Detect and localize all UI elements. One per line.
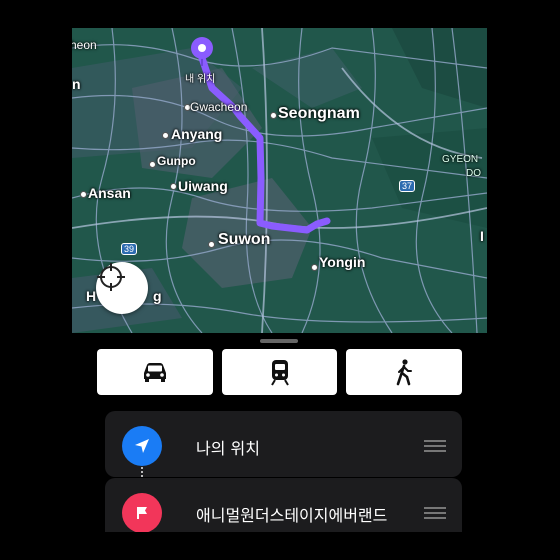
city-dot (208, 241, 215, 248)
map-label-heon: heon (72, 38, 97, 52)
destination-label: 애니멀원더스테이지에버랜드 (196, 506, 388, 525)
map-label-suwon: Suwon (218, 231, 271, 248)
origin-stop-row[interactable]: 나의 위치 (105, 411, 462, 477)
city-dot (162, 132, 169, 139)
road-shield-37: 37 (399, 180, 416, 192)
car-mode-button[interactable] (97, 349, 213, 395)
navigation-arrow-icon (122, 426, 162, 466)
city-dot (80, 191, 87, 198)
road-shield-39: 39 (121, 243, 138, 255)
map-label-ansan: Ansan (88, 185, 131, 201)
crosshair-icon (97, 263, 125, 291)
map-label-h: H (86, 288, 97, 304)
car-icon (143, 363, 166, 382)
route-sheet: 나의 위치 애니멀원더스테이지에버랜드 (72, 333, 487, 532)
reorder-handle-icon[interactable] (424, 440, 446, 455)
transport-mode-bar (97, 349, 463, 395)
map-label-gyeon: GYEON (442, 154, 479, 165)
city-dot (170, 183, 177, 190)
map-label-gwacheon: Gwacheon (190, 100, 248, 114)
map-label-uiwang: Uiwang (178, 178, 228, 194)
map-label-anyang: Anyang (171, 126, 223, 142)
current-location-button[interactable] (96, 262, 148, 314)
map-label-edge-i: I (480, 228, 484, 244)
map-label-seongnam: Seongnam (278, 105, 360, 122)
map-label-n: n (72, 76, 81, 92)
flag-icon (122, 493, 162, 532)
city-dot (270, 112, 277, 119)
map-view[interactable]: heon n 내 위치 Gwacheon Seongnam Anyang Gun… (72, 28, 487, 333)
map-label-do: DO (466, 168, 481, 179)
transit-mode-button[interactable] (221, 349, 338, 395)
origin-label: 나의 위치 (196, 439, 260, 458)
walking-icon (396, 359, 413, 386)
reorder-handle-icon[interactable] (424, 507, 446, 522)
city-dot (311, 264, 318, 271)
map-label-gunpo: Gunpo (157, 154, 196, 168)
destination-stop-row[interactable]: 애니멀원더스테이지에버랜드 (105, 478, 462, 532)
map-label-g: g (153, 288, 162, 304)
map-label-my-location: 내 위치 (185, 74, 216, 85)
city-dot (149, 161, 156, 168)
app-screen: heon n 내 위치 Gwacheon Seongnam Anyang Gun… (72, 28, 487, 532)
map-label-yongin: Yongin (319, 254, 366, 270)
sheet-grabber[interactable] (260, 339, 298, 343)
walk-mode-button[interactable] (346, 349, 463, 395)
train-icon (270, 360, 289, 386)
